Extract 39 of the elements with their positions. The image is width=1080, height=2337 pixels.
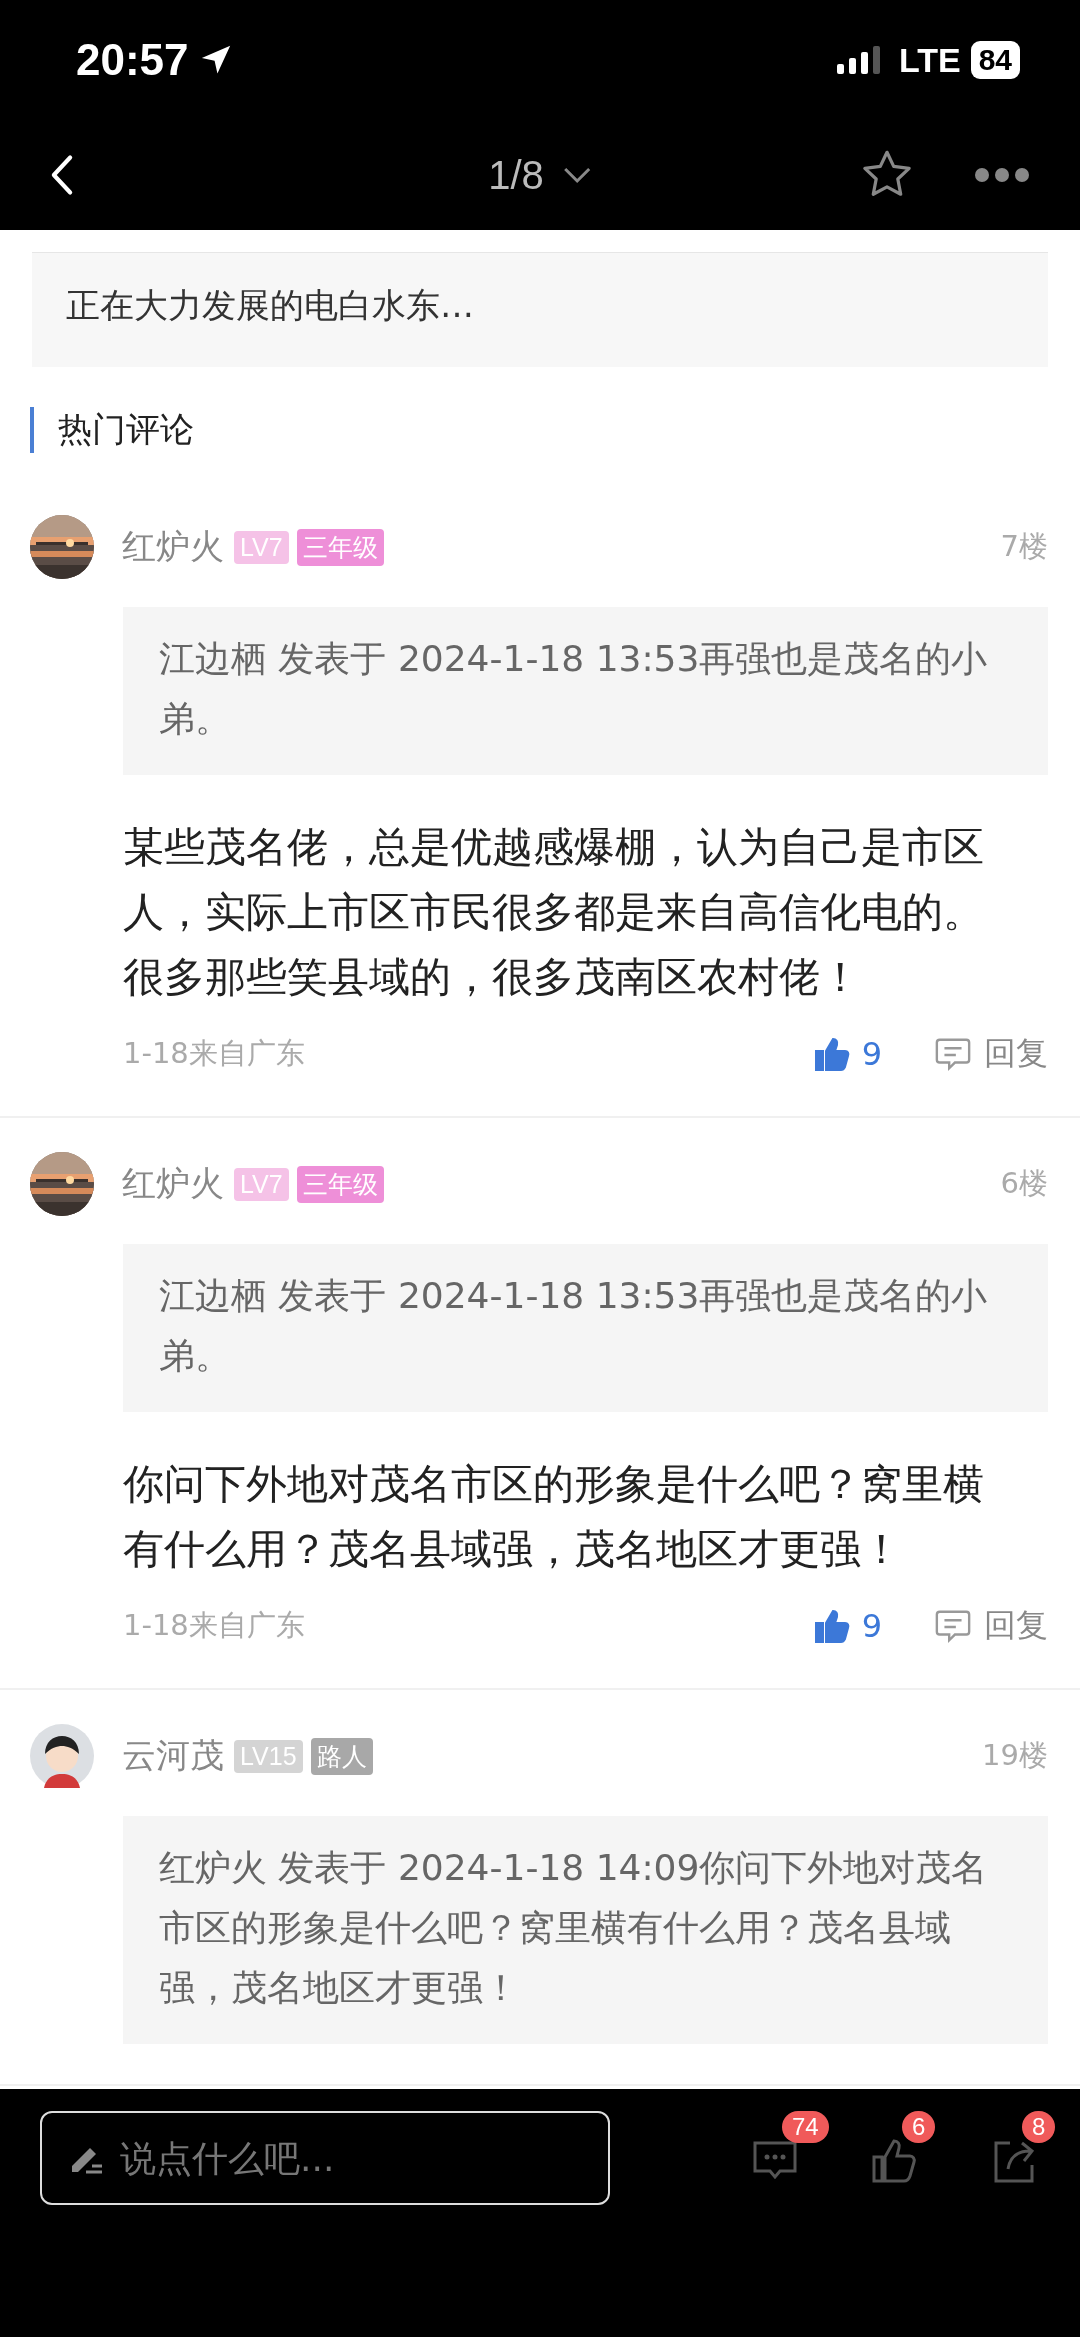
level-badge: 路人	[310, 1737, 373, 1775]
user-name[interactable]: 红炉火	[122, 1161, 224, 1207]
count-badge: 6	[902, 2111, 936, 2143]
quoted-comment: 红炉火 发表于 2024-1-18 14:09你问下外地对茂名市区的形象是什么吧？窝里横有什么用？茂名县域强，茂名地区才更强！	[123, 1816, 1048, 2044]
comment-text: 你问下外地对茂名市区的形象是什么吧？窝里横有什么用？茂名县域强，茂名地区才更强！	[123, 1459, 985, 1575]
avatar-icon	[30, 1724, 94, 1788]
count-badge: 74	[782, 2111, 829, 2143]
network-type: LTE	[898, 40, 961, 80]
section-title: 热门评论	[30, 407, 1050, 453]
signal-icon	[836, 46, 881, 74]
more-icon[interactable]	[974, 167, 1030, 183]
user-name[interactable]: 红炉火	[122, 524, 224, 570]
battery-level: 84	[970, 41, 1020, 79]
post-excerpt-card[interactable]: 正在大力发展的电白水东…	[32, 252, 1048, 367]
comment-input-field[interactable]: 说点什么吧...	[40, 2111, 610, 2205]
comment-time-location: 1-18来自广东	[123, 1035, 305, 1072]
count-badge: 8	[1022, 2111, 1056, 2143]
level-badge: 三年级	[296, 1165, 384, 1203]
user-name[interactable]: 云河茂	[122, 1733, 224, 1779]
floor-number: 6楼	[1000, 1165, 1048, 1202]
floor-number: 19楼	[982, 1737, 1048, 1774]
post-excerpt: 正在大力发展的电白水东…	[66, 285, 474, 325]
comment-time-location: 1-18来自广东	[123, 1607, 305, 1644]
floor-number: 7楼	[1000, 528, 1048, 565]
quoted-comment: 江边栖 发表于 2024-1-18 13:53再强也是茂名的小弟。	[123, 607, 1048, 775]
status-time: 20:57	[76, 35, 189, 85]
level-badge: LV7	[234, 530, 289, 564]
thumbs-up-icon[interactable]	[813, 1608, 850, 1644]
page-selector[interactable]: 1/8	[488, 152, 592, 198]
comment-text: 某些茂名佬，总是优越感爆棚，认为自己是市区人，实际上市区市民很多都是来自高信化电的。很多那些笑县域的，很多茂南区农村佬！	[123, 822, 985, 1003]
quoted-comment: 江边栖 发表于 2024-1-18 13:53再强也是茂名的小弟。	[123, 1244, 1048, 1412]
thumbs-up-icon[interactable]	[813, 1036, 850, 1072]
back-icon[interactable]	[50, 154, 74, 196]
reply-button[interactable]: 回复	[984, 1032, 1048, 1076]
reply-button[interactable]: 回复	[984, 1604, 1048, 1648]
level-badge: 三年级	[296, 528, 384, 566]
like-count: 9	[861, 1035, 882, 1073]
level-badge: LV7	[234, 1167, 289, 1201]
like-count: 9	[861, 1607, 882, 1645]
